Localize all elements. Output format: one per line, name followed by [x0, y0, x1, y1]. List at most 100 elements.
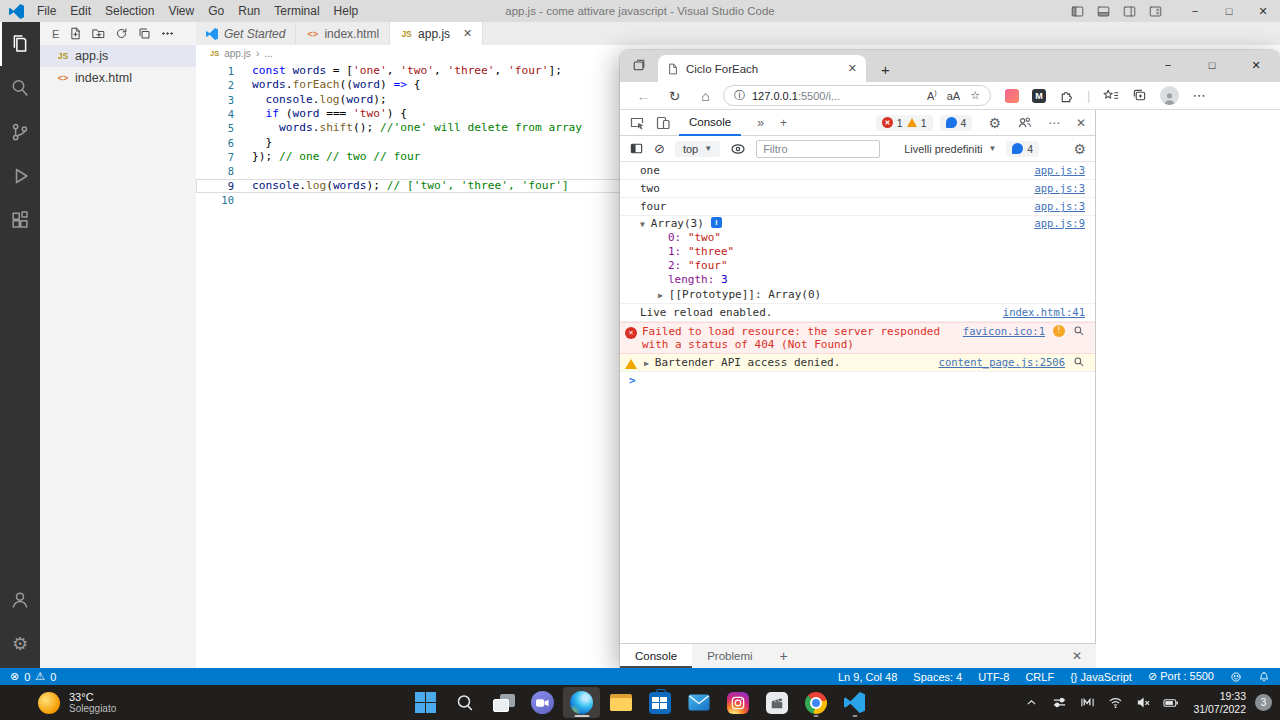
source-link[interactable]: favicon.ico:1: [963, 325, 1045, 338]
more-tabs-icon[interactable]: »: [757, 116, 764, 130]
battery-icon[interactable]: [1157, 697, 1185, 709]
issue-icon[interactable]: !: [1053, 325, 1065, 337]
taskbar-chat-icon[interactable]: [524, 687, 561, 718]
menu-edit[interactable]: Edit: [63, 4, 98, 18]
array-property[interactable]: 1: "three": [620, 244, 1095, 258]
tab-get-started[interactable]: Get Started: [196, 22, 296, 45]
context-selector[interactable]: top▼: [675, 141, 720, 157]
devtools-settings-icon[interactable]: ⚙: [988, 116, 1001, 130]
tab-close-icon[interactable]: ✕: [848, 62, 857, 75]
favorites-list-icon[interactable]: [1103, 89, 1119, 102]
read-aloud-icon[interactable]: A): [927, 89, 937, 102]
problems-status[interactable]: ⊗0 ⚠0: [10, 670, 56, 683]
taskbar-store-icon[interactable]: [641, 687, 678, 718]
tab-actions-icon[interactable]: [632, 58, 646, 72]
layout-secondary-sidebar-icon[interactable]: [1123, 5, 1136, 18]
layout-panel-icon[interactable]: [1097, 5, 1110, 18]
source-link[interactable]: content_page.js:2506: [939, 356, 1065, 369]
status-crlf[interactable]: CRLF: [1025, 671, 1054, 683]
search-icon[interactable]: [0, 66, 40, 110]
status-spaces-4[interactable]: Spaces: 4: [913, 671, 962, 683]
taskbar-file-explorer-icon[interactable]: [602, 687, 639, 718]
drawer-tab-console[interactable]: Console: [620, 644, 692, 668]
account-icon[interactable]: [0, 578, 40, 622]
expand-icon[interactable]: ▶: [644, 357, 649, 370]
favorites-star-icon[interactable]: ☆: [970, 89, 980, 102]
run-debug-icon[interactable]: [0, 154, 40, 198]
live-expression-eye-icon[interactable]: [730, 143, 746, 155]
extensions-puzzle-icon[interactable]: [1059, 88, 1074, 103]
extension-icon[interactable]: [1005, 89, 1019, 103]
devtools-more-icon[interactable]: ⋯: [1048, 116, 1060, 130]
notification-count-badge[interactable]: 3: [1255, 694, 1272, 711]
prototype-row[interactable]: ▶[[Prototype]]: Array(0): [620, 286, 1095, 304]
search-similar-icon[interactable]: [1073, 356, 1085, 368]
weather-widget[interactable]: 33°C Soleggiato: [38, 691, 116, 715]
inspect-element-icon[interactable]: [629, 115, 645, 131]
notifications-bell-icon[interactable]: [1258, 671, 1270, 683]
refresh-icon[interactable]: [115, 27, 128, 40]
status--javascript[interactable]: {} JavaScript: [1070, 671, 1132, 683]
clear-console-icon[interactable]: ⊘: [654, 141, 665, 156]
back-button[interactable]: ←: [628, 88, 659, 104]
expand-icon[interactable]: ▶: [658, 289, 663, 302]
taskbar-chrome-icon[interactable]: [797, 687, 834, 718]
devtools-close-icon[interactable]: ✕: [1076, 116, 1086, 130]
drawer-tab-problemi[interactable]: Problemi: [692, 644, 767, 668]
taskbar-instagram-icon[interactable]: [719, 687, 756, 718]
taskbar-task-view-icon[interactable]: [485, 687, 522, 718]
console-row-array[interactable]: ▼Array(3)iapp.js:9: [620, 216, 1095, 230]
browser-tab[interactable]: Ciclo ForEach ✕: [658, 55, 866, 82]
menu-file[interactable]: File: [30, 4, 63, 18]
explorer-icon[interactable]: [0, 22, 40, 66]
status-utf-8[interactable]: UTF-8: [978, 671, 1009, 683]
array-property[interactable]: length: 3: [620, 272, 1095, 286]
menu-go[interactable]: Go: [201, 4, 231, 18]
taskbar-edge-icon[interactable]: [563, 687, 600, 718]
edge-minimize-button[interactable]: −: [1146, 50, 1190, 80]
file-app.js[interactable]: JSapp.js: [40, 45, 196, 67]
minimize-button[interactable]: −: [1178, 0, 1212, 22]
source-link[interactable]: index.html:41: [1003, 306, 1085, 319]
volume-mute-icon[interactable]: [1129, 696, 1157, 709]
taskbar-clipchamp-icon[interactable]: [758, 687, 795, 718]
status-ln-9-col-48[interactable]: Ln 9, Col 48: [838, 671, 897, 683]
settings-icon[interactable]: ⚙: [0, 622, 40, 666]
layout-customize-icon[interactable]: [1149, 5, 1162, 18]
device-toolbar-icon[interactable]: [655, 115, 671, 131]
menu-terminal[interactable]: Terminal: [267, 4, 326, 18]
new-file-icon[interactable]: [69, 27, 82, 40]
home-button[interactable]: ⌂: [690, 88, 721, 104]
console-filter-input[interactable]: [756, 140, 880, 158]
console-row-log[interactable]: oneapp.js:3: [620, 162, 1095, 180]
clock[interactable]: 19:33 31/07/2022: [1193, 690, 1246, 715]
messages-badge[interactable]: 4: [940, 115, 973, 131]
console-settings-icon[interactable]: ⚙: [1073, 142, 1086, 156]
search-similar-icon[interactable]: [1073, 325, 1085, 337]
collapse-folders-icon[interactable]: [138, 27, 151, 40]
taskbar-vscode-icon[interactable]: [836, 687, 873, 718]
layout-sidebar-icon[interactable]: [1071, 5, 1084, 18]
wifi-icon[interactable]: [1101, 696, 1129, 709]
chevron-up-icon[interactable]: [1017, 696, 1045, 709]
new-tab-button[interactable]: +: [881, 63, 890, 77]
issues-badge[interactable]: ✕1 1: [876, 115, 933, 131]
taskbar-mail-icon[interactable]: [680, 687, 717, 718]
new-folder-icon[interactable]: [92, 27, 105, 40]
translate-icon[interactable]: aA: [947, 90, 960, 102]
array-property[interactable]: 0: "two": [620, 230, 1095, 244]
console-messages-badge[interactable]: 4: [1006, 141, 1039, 157]
source-link[interactable]: app.js:9: [1034, 217, 1085, 230]
console-row-warning[interactable]: ▶Bartender API access denied.content_pag…: [620, 354, 1095, 372]
profile-avatar[interactable]: [1160, 86, 1179, 105]
feedback-icon[interactable]: [1230, 671, 1242, 683]
settings-more-icon[interactable]: ⋯: [1192, 88, 1205, 103]
console-prompt[interactable]: >: [620, 372, 1095, 389]
collapse-icon[interactable]: ▼: [640, 218, 645, 231]
devtools-tab-console[interactable]: Console: [679, 110, 741, 136]
taskbar-search-icon[interactable]: [446, 687, 483, 718]
status-live-server-port[interactable]: ⊘ Port : 5500: [1148, 670, 1214, 683]
console-row-log[interactable]: twoapp.js:3: [620, 180, 1095, 198]
sliders-icon[interactable]: [1045, 695, 1073, 710]
address-bar[interactable]: ⓘ 127.0.0.1:5500/i... A) aA ☆: [723, 85, 991, 106]
